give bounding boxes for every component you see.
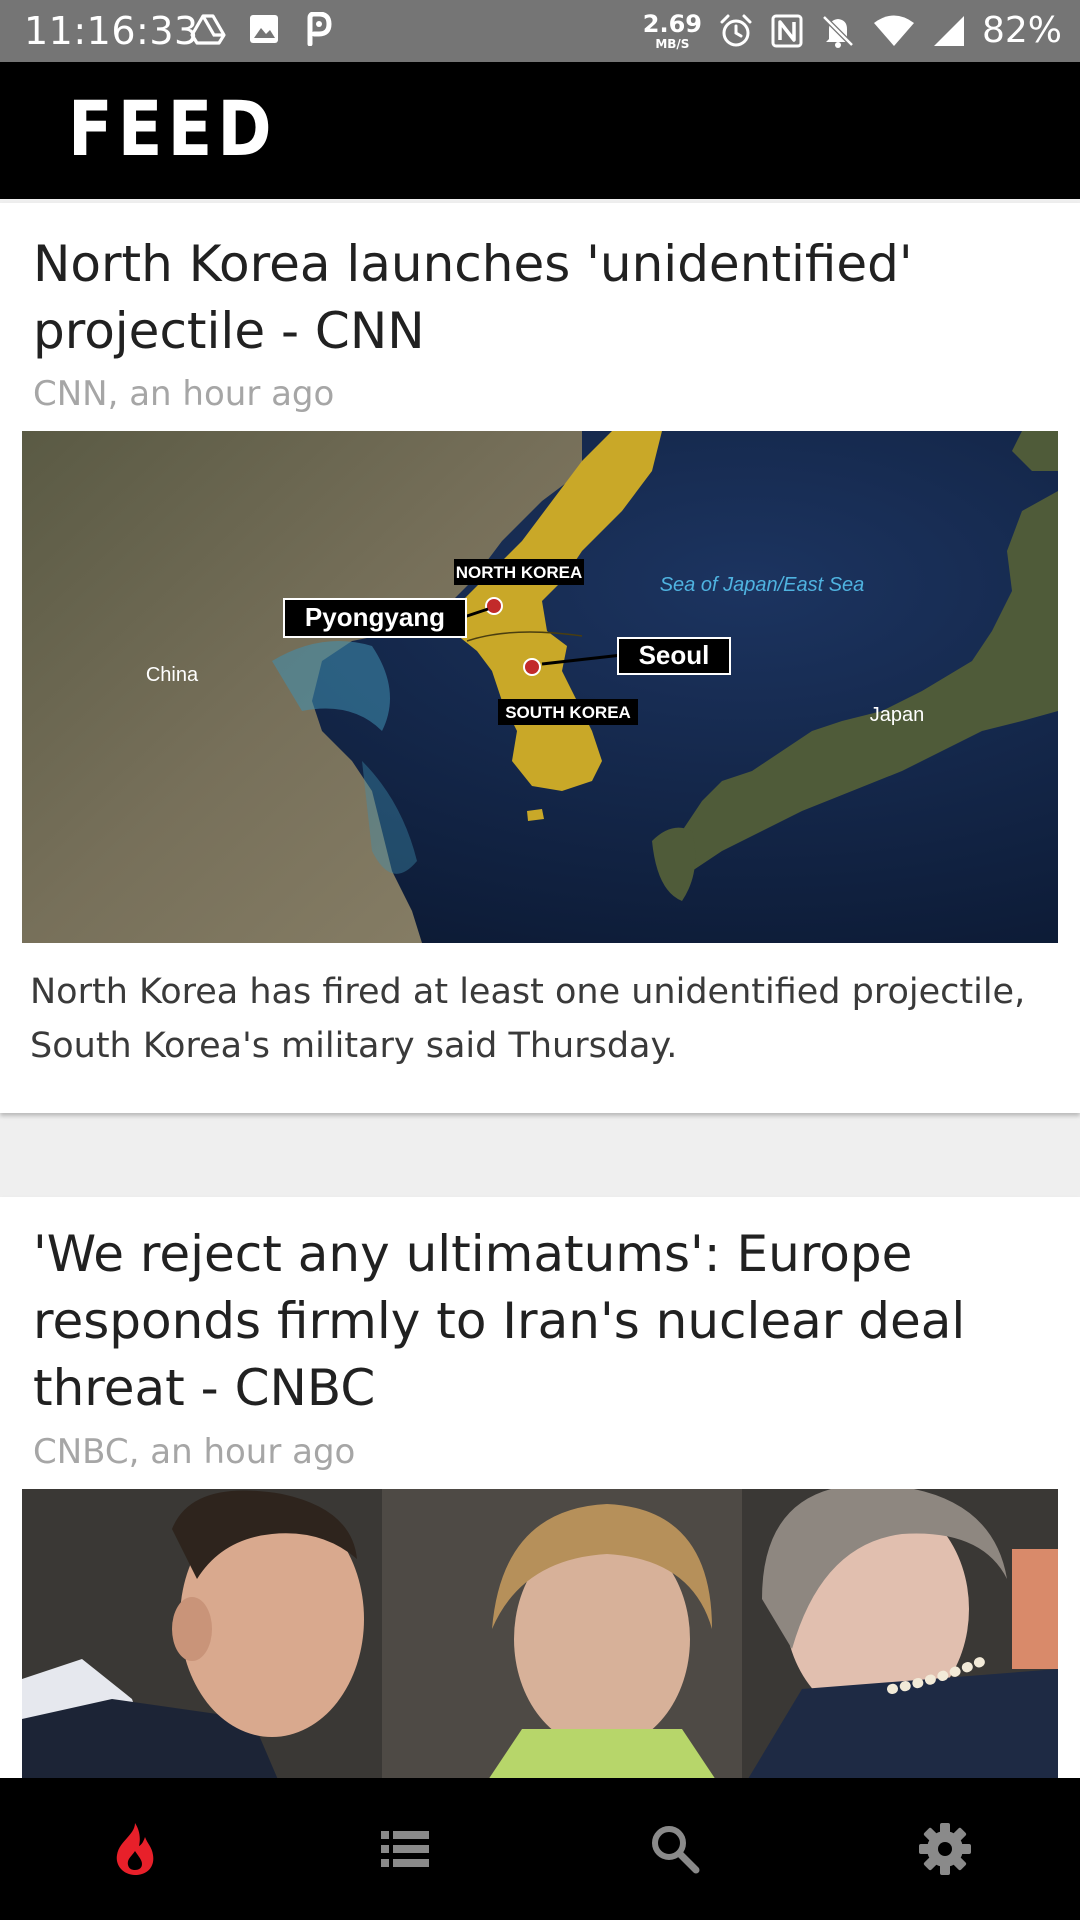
- status-right: 2.69 MB/S 82%: [643, 8, 1062, 54]
- nav-feed-tab[interactable]: [0, 1778, 270, 1920]
- map-label-japan: Japan: [870, 704, 925, 726]
- news-card-meta: CNBC, an hour ago: [33, 1432, 356, 1472]
- news-card-image-map[interactable]: NORTH KOREA Pyongyang Seoul SOUTH KOREA …: [22, 431, 1058, 943]
- news-card-title[interactable]: 'We reject any ultimatums': Europe respo…: [33, 1221, 1033, 1422]
- nav-list-tab[interactable]: [270, 1778, 540, 1920]
- map-label-pyongyang: Pyongyang: [305, 602, 445, 632]
- flame-icon: [116, 1823, 154, 1875]
- net-speed-unit: MB/S: [655, 37, 690, 51]
- nfc-icon: [771, 14, 803, 48]
- net-speed-value: 2.69: [642, 10, 702, 38]
- drive-icon: [190, 14, 226, 45]
- parking-icon: [307, 12, 332, 46]
- map-label-china: China: [146, 664, 199, 686]
- nav-search-tab[interactable]: [540, 1778, 810, 1920]
- bell-off-icon: [822, 15, 854, 48]
- map-label-south-korea: SOUTH KOREA: [505, 703, 631, 722]
- news-card-image-photo[interactable]: [22, 1489, 1058, 1778]
- gear-icon: [919, 1823, 971, 1875]
- leaders-photo-image: [22, 1489, 1058, 1778]
- signal-icon: [933, 16, 964, 46]
- status-left-icons: [190, 12, 332, 46]
- app-bar: FEED: [0, 62, 1080, 199]
- map-label-sea: Sea of Japan/East Sea: [660, 574, 865, 596]
- battery-percent: 82%: [981, 10, 1062, 51]
- image-icon: [250, 15, 278, 43]
- bottom-navigation: [0, 1778, 1080, 1920]
- alarm-icon: [720, 14, 752, 47]
- news-card-summary: North Korea has fired at least one unide…: [30, 972, 1026, 1066]
- map-label-seoul: Seoul: [639, 640, 710, 670]
- nav-settings-tab[interactable]: [810, 1778, 1080, 1920]
- status-bar: 11:16:33 2.69 MB/S 82%: [0, 0, 1080, 62]
- map-label-north-korea: NORTH KOREA: [456, 563, 583, 582]
- status-time: 11:16:33: [24, 9, 199, 53]
- screen: 11:16:33 2.69 MB/S 82% FEED North Korea …: [0, 0, 1080, 1920]
- wifi-icon: [873, 15, 914, 46]
- news-card[interactable]: 'We reject any ultimatums': Europe respo…: [0, 1197, 1080, 1778]
- korea-map-image: NORTH KOREA Pyongyang Seoul SOUTH KOREA …: [22, 431, 1058, 943]
- app-title: FEED: [68, 84, 277, 173]
- news-card-meta: CNN, an hour ago: [33, 374, 335, 414]
- news-card-title[interactable]: North Korea launches 'unidentified' proj…: [33, 231, 1033, 365]
- news-card[interactable]: North Korea launches 'unidentified' proj…: [0, 203, 1080, 1113]
- search-icon: [652, 1826, 700, 1874]
- net-speed: 2.69 MB/S: [643, 12, 702, 50]
- news-feed[interactable]: North Korea launches 'unidentified' proj…: [0, 199, 1080, 1778]
- list-icon: [381, 1831, 429, 1867]
